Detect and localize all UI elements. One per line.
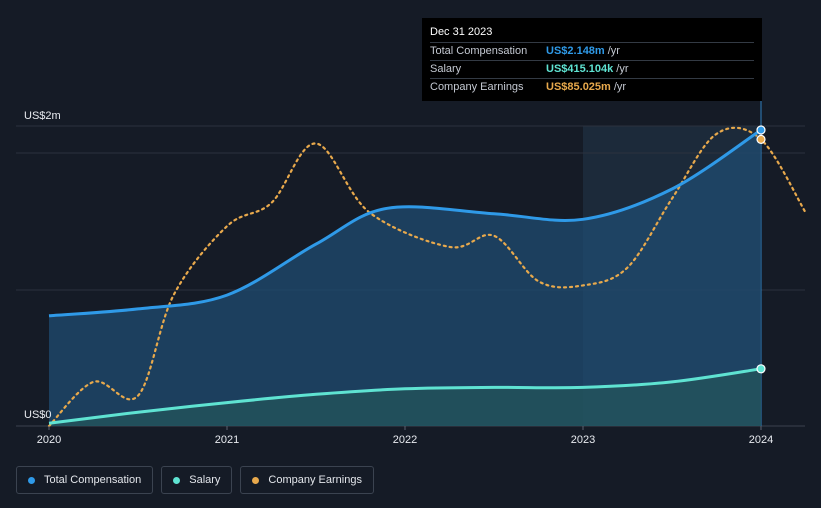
x-tick-label: 2024	[749, 434, 773, 446]
tooltip-row-salary: Salary US$415.104k /yr	[430, 61, 754, 79]
tooltip-value: US$2.148m	[546, 45, 605, 57]
legend-dot-icon	[252, 476, 260, 484]
x-tick-label: 2020	[37, 434, 61, 446]
legend-item-salary[interactable]: Salary	[161, 466, 233, 494]
legend-item-total-compensation[interactable]: Total Compensation	[16, 466, 154, 494]
tooltip-unit: /yr	[616, 63, 629, 75]
legend: Total Compensation Salary Company Earnin…	[16, 466, 374, 494]
x-tick-label: 2023	[571, 434, 595, 446]
salary-point	[756, 364, 766, 374]
tooltip-row-earnings: Company Earnings US$85.025m /yr	[430, 79, 754, 96]
tooltip-unit: /yr	[607, 45, 620, 57]
tooltip-label: Salary	[430, 63, 462, 75]
tooltip-date: Dec 31 2023	[430, 24, 754, 43]
legend-label: Total Compensation	[44, 474, 142, 486]
tooltip: Dec 31 2023 Total Compensation US$2.148m…	[422, 18, 762, 101]
legend-item-company-earnings[interactable]: Company Earnings	[240, 466, 374, 494]
y-tick-label: US$2m	[24, 110, 61, 122]
tooltip-value: US$85.025m	[546, 81, 611, 93]
y-tick-label: US$0	[24, 409, 52, 421]
legend-label: Company Earnings	[268, 474, 362, 486]
x-tick-label: 2022	[393, 434, 417, 446]
legend-dot-icon	[28, 476, 35, 484]
x-tick-label: 2021	[215, 434, 239, 446]
tooltip-label: Total Compensation	[430, 45, 528, 57]
tooltip-unit: /yr	[613, 81, 627, 93]
tooltip-label: Company Earnings	[430, 81, 524, 93]
legend-label: Salary	[189, 474, 221, 486]
legend-dot-icon	[173, 476, 181, 484]
tooltip-row-total: Total Compensation US$2.148m /yr	[430, 43, 754, 61]
tooltip-value: US$415.104k	[546, 63, 614, 75]
company-earnings-point	[756, 134, 766, 144]
total-compensation-point	[756, 125, 766, 135]
